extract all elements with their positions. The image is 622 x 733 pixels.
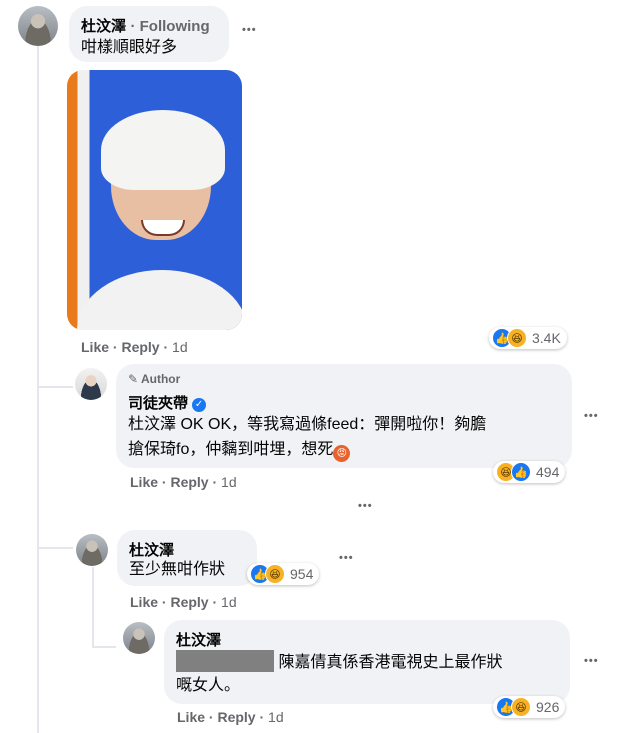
- avatar[interactable]: [75, 368, 107, 400]
- timestamp[interactable]: 1d: [172, 339, 188, 355]
- haha-icon: 😆: [265, 564, 285, 584]
- view-more-replies-button[interactable]: •••: [358, 500, 373, 512]
- thread-line-main: [37, 46, 39, 733]
- reaction-count: 954: [290, 566, 314, 582]
- reaction-count: 494: [536, 464, 560, 480]
- like-button[interactable]: Like: [130, 474, 158, 490]
- timestamp[interactable]: 1d: [221, 594, 237, 610]
- following-label: · Following: [130, 18, 210, 35]
- verified-badge-icon: ✓: [192, 397, 207, 412]
- like-button[interactable]: Like: [177, 709, 205, 725]
- avatar[interactable]: [18, 6, 58, 46]
- reaction-summary[interactable]: 😆 👍 494: [493, 461, 566, 483]
- reply-text-line-2-content: 搶保琦fo，仲黐到咁埋，想死: [128, 441, 334, 458]
- comment-photo[interactable]: [67, 70, 242, 330]
- thread-line-branch-3: [92, 646, 116, 648]
- reply-text-line-1-content: 陳嘉倩真係香港電視史上最作狀: [278, 654, 503, 671]
- reaction-summary[interactable]: 👍 😆 3.4K: [489, 327, 567, 349]
- pencil-icon: ✎: [128, 372, 139, 386]
- author-badge-label: Author: [140, 372, 181, 386]
- reply-button[interactable]: Reply: [121, 339, 159, 355]
- thread-line-branch-2: [37, 547, 73, 549]
- reply-options-button[interactable]: •••: [584, 410, 599, 422]
- photo-shirt: [77, 270, 242, 330]
- reply-text-line-2: 嘅女人。: [176, 677, 241, 694]
- reaction-count: 926: [536, 699, 560, 715]
- reply-actions: Like · Reply · 1d: [130, 474, 237, 490]
- separator: ·: [212, 474, 222, 490]
- timestamp[interactable]: 1d: [221, 474, 237, 490]
- timestamp[interactable]: 1d: [268, 709, 284, 725]
- haha-icon: 😆: [507, 328, 527, 348]
- reply-options-button[interactable]: •••: [339, 552, 354, 564]
- like-button[interactable]: Like: [81, 339, 109, 355]
- separator: ·: [163, 339, 173, 355]
- separator: ·: [212, 594, 222, 610]
- comment-options-button[interactable]: •••: [242, 24, 257, 36]
- like-button[interactable]: Like: [130, 594, 158, 610]
- commenter-name[interactable]: 司徒夾帶: [128, 395, 188, 412]
- author-badge: ✎ Author: [128, 372, 180, 386]
- reply-actions: Like · Reply · 1d: [130, 594, 237, 610]
- commenter-name[interactable]: 杜汶澤: [81, 18, 126, 35]
- separator: ·: [259, 709, 269, 725]
- comment-text: 咁樣順眼好多: [81, 39, 178, 56]
- reply-text-line-1: 陳嘉倩真係香港電視史上最作狀: [176, 650, 502, 674]
- avatar[interactable]: [123, 622, 155, 654]
- reply-text-line-1: 杜汶澤 OK OK，等我寫過條feed：彈開啦你！夠膽: [128, 416, 487, 433]
- reply-button[interactable]: Reply: [217, 709, 255, 725]
- reply-button[interactable]: Reply: [170, 474, 208, 490]
- reaction-summary[interactable]: 👍 😆 954: [247, 563, 320, 585]
- thread-line-sub: [92, 567, 94, 647]
- reply-options-button[interactable]: •••: [584, 655, 599, 667]
- reply-actions: Like · Reply · 1d: [177, 709, 284, 725]
- reply-header: 司徒夾帶 ✓: [128, 392, 207, 413]
- like-icon: 👍: [511, 462, 531, 482]
- reply-text: 至少無咁作狀: [129, 561, 226, 578]
- thread-line-branch-1: [37, 386, 73, 388]
- photo-hair: [101, 110, 225, 190]
- reaction-count: 3.4K: [532, 330, 561, 346]
- commenter-name[interactable]: 杜汶澤: [129, 539, 174, 560]
- commenter-name[interactable]: 杜汶澤: [176, 629, 221, 650]
- reply-button[interactable]: Reply: [170, 594, 208, 610]
- reply-text-line-2: 搶保琦fo，仲黐到咁埋，想死 😡: [128, 439, 351, 462]
- comment-actions: Like · Reply · 1d: [81, 339, 188, 355]
- avatar[interactable]: [76, 534, 108, 566]
- haha-icon: 😆: [511, 697, 531, 717]
- comment-header: 杜汶澤 · Following: [81, 15, 210, 36]
- angry-emoji-icon: 😡: [333, 445, 351, 462]
- redacted-mention: [176, 650, 274, 672]
- reaction-summary[interactable]: 👍 😆 926: [493, 696, 566, 718]
